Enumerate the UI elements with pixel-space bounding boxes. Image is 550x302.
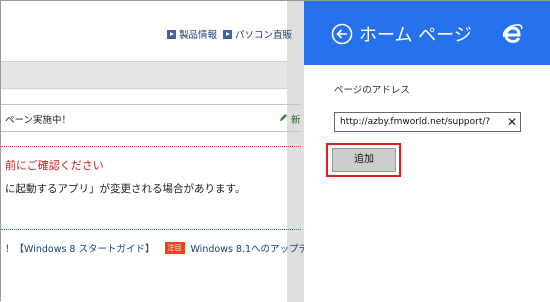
background-web-page: 製品情報 パソコン直販 ペーン実施中！ 新 前にご確認ください に起動するアプリ… xyxy=(1,1,304,302)
link-row: ！【Windows 8 スタートガイド】 注目 Windows 8.1へのアップ… xyxy=(5,241,304,255)
notice-box: 前にご確認ください に起動するアプリ」が変更される場合があります。 xyxy=(1,146,301,230)
arrow-square-icon xyxy=(223,29,232,39)
panel-title: ホーム ページ xyxy=(359,25,472,46)
clear-icon[interactable]: ✕ xyxy=(505,115,519,129)
pencil-icon xyxy=(279,113,288,122)
add-button[interactable]: 追加 xyxy=(332,148,396,172)
nav-link-products[interactable]: 製品情報 xyxy=(167,27,217,41)
notice-body: に起動するアプリ」が変更される場合があります。 xyxy=(5,183,246,195)
address-input[interactable]: http://azby.fmworld.net/support/? xyxy=(334,112,521,132)
panel-header: ホーム ページ xyxy=(304,1,550,65)
update-link[interactable]: Windows 8.1へのアップデート前にこ xyxy=(191,241,305,255)
nav-link-direct-sales[interactable]: パソコン直販 xyxy=(223,27,292,41)
notice-title: 前にご確認ください xyxy=(5,159,104,172)
campaign-banner: ペーン実施中！ 新 xyxy=(1,104,301,132)
page-section-band xyxy=(1,61,287,89)
campaign-text[interactable]: ペーン実施中！ xyxy=(5,112,71,126)
back-arrow-icon[interactable] xyxy=(331,23,353,45)
nav-link-direct-sales-label: パソコン直販 xyxy=(235,30,293,41)
new-label[interactable]: 新 xyxy=(291,112,301,126)
internet-explorer-icon xyxy=(502,24,523,44)
nav-link-products-label: 製品情報 xyxy=(179,30,218,41)
arrow-square-icon xyxy=(167,29,176,39)
address-label: ページのアドレス xyxy=(334,85,410,96)
startguide-link[interactable]: ！【Windows 8 スタートガイド】 xyxy=(5,241,155,255)
featured-badge: 注目 xyxy=(164,242,185,254)
home-page-settings-panel: ホーム ページ ページのアドレス http://azby.fmworld.net… xyxy=(304,1,550,302)
